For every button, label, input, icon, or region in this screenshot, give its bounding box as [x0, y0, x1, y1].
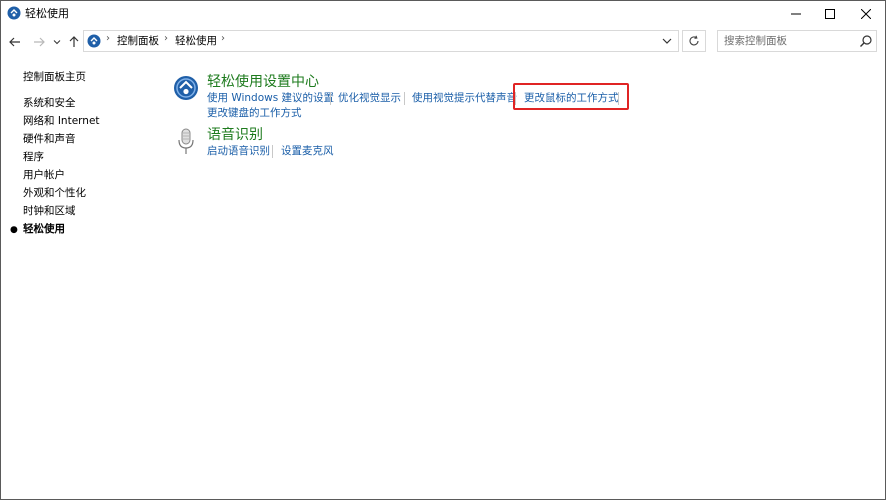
active-item-bullet-icon: ●: [10, 225, 18, 235]
sidebar-item-control-panel-home[interactable]: 控制面板主页: [23, 70, 86, 84]
refresh-icon[interactable]: [682, 30, 706, 52]
address-dropdown-chevron-icon[interactable]: [658, 33, 676, 49]
speech-recognition-title[interactable]: 语音识别: [207, 126, 263, 144]
close-button[interactable]: [849, 1, 883, 27]
search-icon[interactable]: [859, 34, 873, 48]
ease-of-access-center-icon[interactable]: [173, 75, 199, 104]
link-separator: [272, 145, 273, 158]
minimize-button[interactable]: [779, 1, 813, 27]
link-separator: [404, 92, 405, 105]
sidebar-item-user-accounts[interactable]: 用户帐户: [23, 168, 65, 182]
back-arrow-icon[interactable]: [6, 33, 24, 51]
maximize-button[interactable]: [813, 1, 847, 27]
sidebar-item-appearance[interactable]: 外观和个性化: [23, 186, 86, 200]
up-arrow-icon[interactable]: [65, 33, 83, 51]
window-title: 轻松使用: [25, 7, 69, 20]
breadcrumb-separator-icon[interactable]: ›: [221, 33, 225, 44]
link-visual-alternatives-for-sounds[interactable]: 使用视觉提示代替声音: [412, 91, 517, 105]
link-change-keyboard-settings[interactable]: 更改键盘的工作方式: [207, 106, 302, 120]
sidebar-item-hardware-sound[interactable]: 硬件和声音: [23, 132, 76, 146]
sidebar-item-programs[interactable]: 程序: [23, 150, 44, 164]
control-panel-window: 轻松使用 › 控制面板 › 轻松使用 › 搜索控制面板 控制面板主页 系统和安全…: [0, 0, 886, 500]
sidebar-item-ease-of-access[interactable]: 轻松使用: [23, 222, 65, 236]
breadcrumb-separator-icon[interactable]: ›: [164, 33, 168, 44]
breadcrumb-ease-of-access[interactable]: 轻松使用: [175, 34, 217, 48]
sidebar-item-network-internet[interactable]: 网络和 Internet: [23, 114, 100, 128]
breadcrumb-separator-icon: ›: [106, 33, 110, 44]
address-bar[interactable]: › 控制面板 › 轻松使用 ›: [83, 30, 679, 52]
link-start-speech-recognition[interactable]: 启动语音识别: [207, 144, 270, 158]
link-separator: [330, 92, 331, 105]
ease-of-access-icon: [7, 6, 21, 20]
navigation-bar: › 控制面板 › 轻松使用 ›: [1, 29, 885, 55]
forward-arrow-icon[interactable]: [30, 33, 48, 51]
breadcrumb-control-panel[interactable]: 控制面板: [117, 34, 159, 48]
link-optimize-visual-display[interactable]: 优化视觉显示: [338, 91, 401, 105]
sidebar-item-clock-region[interactable]: 时钟和区域: [23, 204, 76, 218]
link-set-up-microphone[interactable]: 设置麦克风: [281, 144, 334, 158]
recent-locations-chevron-icon[interactable]: [51, 33, 63, 51]
sidebar-item-system-security[interactable]: 系统和安全: [23, 96, 76, 110]
highlight-annotation-box: [513, 83, 629, 110]
microphone-icon[interactable]: [177, 128, 195, 159]
title-bar: 轻松使用: [1, 1, 885, 27]
ease-of-access-center-title[interactable]: 轻松使用设置中心: [207, 73, 319, 91]
control-panel-location-icon: [87, 34, 101, 48]
link-use-recommended-settings[interactable]: 使用 Windows 建议的设置: [207, 91, 334, 105]
search-input[interactable]: [718, 31, 856, 51]
search-box[interactable]: [717, 30, 877, 52]
